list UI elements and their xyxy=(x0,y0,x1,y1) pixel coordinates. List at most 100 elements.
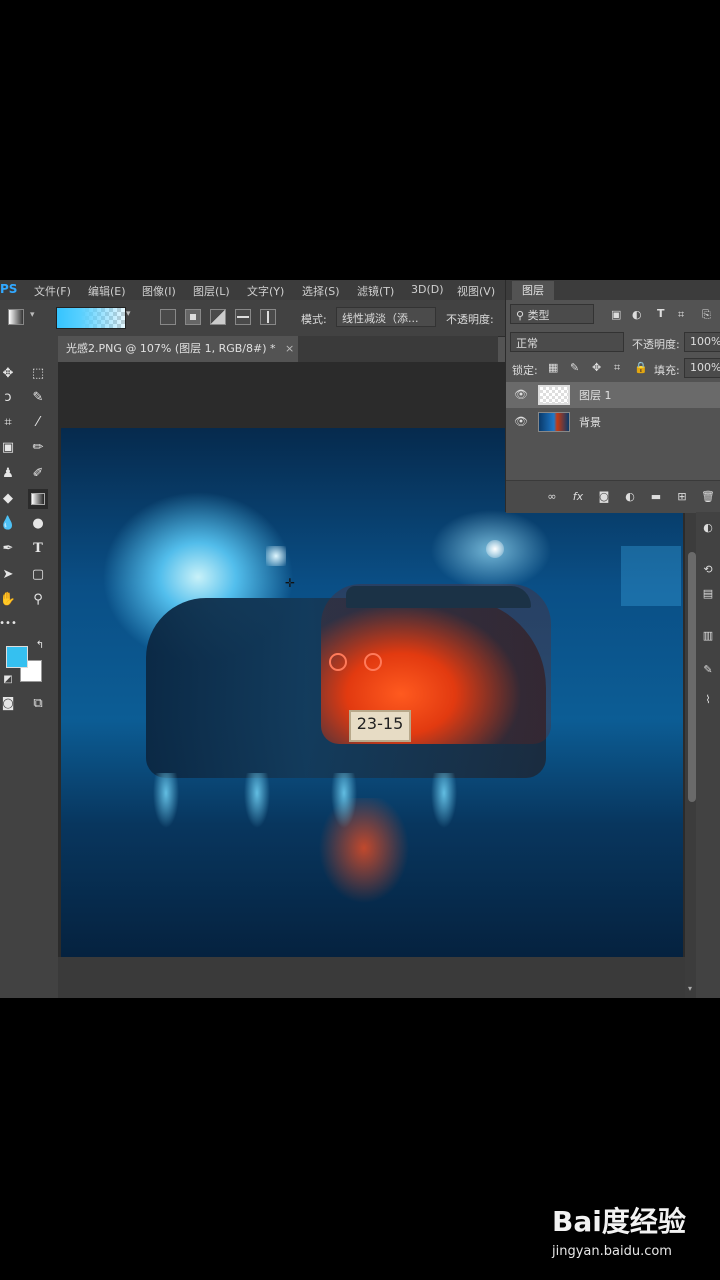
adjustment-layer-icon[interactable]: ◐ xyxy=(622,489,638,505)
type-tool-icon[interactable]: T xyxy=(28,539,48,559)
blur-tool-icon[interactable]: 💧 xyxy=(0,514,18,534)
eye-icon[interactable]: 👁 xyxy=(514,415,528,429)
paths-panel-icon[interactable]: ⌇ xyxy=(700,692,716,708)
layer-style-icon[interactable]: fx xyxy=(570,489,586,505)
brush-panel-icon[interactable]: ✎ xyxy=(700,662,716,678)
chevron-down-icon[interactable]: ▾ xyxy=(30,310,35,320)
properties-panel-icon[interactable]: ▤ xyxy=(700,586,716,602)
chevron-down-icon[interactable]: ▾ xyxy=(126,309,131,319)
gradient-picker[interactable] xyxy=(56,307,126,329)
layer-filter-value: 类型 xyxy=(527,309,550,322)
eye-icon[interactable]: 👁 xyxy=(514,388,528,402)
close-tab-icon[interactable]: × xyxy=(285,342,294,355)
diamond-gradient-button[interactable] xyxy=(260,309,276,325)
link-layers-icon[interactable]: ∞ xyxy=(544,489,560,505)
adjustments-panel-icon[interactable]: ▥ xyxy=(700,628,716,644)
layer-row[interactable]: 👁 背景 xyxy=(506,409,720,435)
layers-tab[interactable]: 图层 xyxy=(512,281,554,300)
pen-tool-icon[interactable]: ✒ xyxy=(0,539,18,559)
fill-label: 填充: xyxy=(654,364,680,377)
blend-mode-select[interactable]: 线性减淡（添... xyxy=(336,307,436,327)
dodge-tool-icon[interactable]: ● xyxy=(28,514,48,534)
tail-light xyxy=(329,653,347,671)
layer-thumbnail xyxy=(538,385,570,405)
menu-image[interactable]: 图像(I) xyxy=(142,283,176,299)
filter-smart-object-icon[interactable]: ⎘ xyxy=(702,308,711,322)
layer-row[interactable]: 👁 图层 1 xyxy=(506,382,720,408)
license-plate: 23-15 xyxy=(349,710,411,742)
filter-pixel-icon[interactable]: ▣ xyxy=(611,308,621,321)
document-tab[interactable]: 光感2.PNG @ 107% (图层 1, RGB/8#) * × xyxy=(58,336,298,362)
menu-layer[interactable]: 图层(L) xyxy=(193,283,230,299)
gradient-tool-icon[interactable] xyxy=(28,489,48,509)
color-panel-icon[interactable]: ◐ xyxy=(700,520,716,536)
lock-all-icon[interactable]: 🔒 xyxy=(634,361,648,374)
lock-pixels-icon[interactable]: ✎ xyxy=(570,361,579,374)
filter-adjustment-icon[interactable]: ◐ xyxy=(632,308,642,321)
mode-label: 模式: xyxy=(301,313,327,326)
fill-input[interactable]: 100% xyxy=(684,358,720,378)
marquee-tool-icon[interactable]: ⬚ xyxy=(28,364,48,384)
layers-panel-footer: ∞ fx ◙ ◐ ▬ ⊞ 🗑 xyxy=(506,480,720,513)
menu-file[interactable]: 文件(F) xyxy=(34,283,71,299)
menu-type[interactable]: 文字(Y) xyxy=(247,283,284,299)
more-tools-icon[interactable]: ••• xyxy=(0,614,18,634)
search-icon: ⚲ xyxy=(516,309,528,322)
crop-tool-icon[interactable]: ⌗ xyxy=(0,413,18,433)
layer-blend-mode-select[interactable]: 正常 xyxy=(510,332,624,352)
menu-filter[interactable]: 滤镜(T) xyxy=(357,283,394,299)
eyedropper-tool-icon[interactable]: ⁄ xyxy=(28,413,48,433)
menu-view[interactable]: 视图(V) xyxy=(457,283,495,299)
screen-mode-icon[interactable]: ⧉ xyxy=(28,694,48,714)
lock-position-icon[interactable]: ✥ xyxy=(592,361,601,374)
group-folder-icon[interactable]: ▬ xyxy=(648,489,664,505)
blue-reflection xyxy=(331,773,357,843)
default-colors-icon[interactable]: ◩ xyxy=(0,670,18,690)
add-mask-icon[interactable]: ◙ xyxy=(596,489,612,505)
angle-gradient-button[interactable] xyxy=(210,309,226,325)
layer-opacity-input[interactable]: 100% xyxy=(684,332,720,352)
healing-brush-tool-icon[interactable]: ▣ xyxy=(0,438,18,458)
menu-edit[interactable]: 编辑(E) xyxy=(88,283,126,299)
filter-type-icon[interactable]: T xyxy=(657,307,665,320)
light-spot xyxy=(486,540,504,558)
rectangle-tool-icon[interactable]: ▢ xyxy=(28,565,48,585)
quick-mask-icon[interactable]: ◙ xyxy=(0,694,18,714)
layer-filter-select[interactable]: ⚲ 类型 xyxy=(510,304,594,324)
history-panel-icon[interactable]: ⟲ xyxy=(700,562,716,578)
lock-artboard-icon[interactable]: ⌗ xyxy=(614,361,620,375)
hand-tool-icon[interactable]: ✋ xyxy=(0,590,18,610)
tail-light xyxy=(364,653,382,671)
layer-name[interactable]: 图层 1 xyxy=(579,387,612,403)
radial-gradient-button[interactable] xyxy=(185,309,201,325)
background-building xyxy=(621,546,681,606)
history-brush-tool-icon[interactable]: ✐ xyxy=(28,464,48,484)
path-selection-tool-icon[interactable]: ➤ xyxy=(0,565,18,585)
clone-stamp-tool-icon[interactable]: ♟ xyxy=(0,464,18,484)
layer-name[interactable]: 背景 xyxy=(579,414,601,430)
menu-bar: PS 文件(F) 编辑(E) 图像(I) 图层(L) 文字(Y) 选择(S) 滤… xyxy=(0,280,505,300)
document-tab-title: 光感2.PNG @ 107% (图层 1, RGB/8#) * xyxy=(66,342,276,355)
quick-selection-tool-icon[interactable]: ✎ xyxy=(28,388,48,408)
lock-transparency-icon[interactable]: ▦ xyxy=(548,361,558,374)
reflected-gradient-button[interactable] xyxy=(235,309,251,325)
move-tool-icon[interactable]: ✥ xyxy=(0,364,18,384)
menu-3d[interactable]: 3D(D) xyxy=(411,283,444,296)
gradient-tool-preset-icon[interactable] xyxy=(8,309,24,325)
filter-shape-icon[interactable]: ⌗ xyxy=(678,308,684,322)
foreground-color-swatch[interactable] xyxy=(6,646,28,668)
eraser-tool-icon[interactable]: ◆ xyxy=(0,489,18,509)
zoom-tool-icon[interactable]: ⚲ xyxy=(28,590,48,610)
scrollbar-thumb[interactable] xyxy=(688,552,696,802)
menu-select[interactable]: 选择(S) xyxy=(302,283,340,299)
opacity-label: 不透明度: xyxy=(446,313,494,326)
swap-colors-icon[interactable]: ↰ xyxy=(30,636,50,656)
baidu-watermark: Bai度经验 jingyan.baidu.com xyxy=(552,1200,712,1266)
delete-layer-icon[interactable]: 🗑 xyxy=(700,489,716,505)
linear-gradient-button[interactable] xyxy=(160,309,176,325)
brush-tool-icon[interactable]: ✏ xyxy=(28,438,48,458)
lasso-tool-icon[interactable]: ↄ xyxy=(0,388,18,408)
options-bar: ▾ ▾ 模式: 线性减淡（添... 不透明度: xyxy=(0,300,505,337)
scroll-down-icon[interactable]: ▾ xyxy=(688,984,692,993)
new-layer-icon[interactable]: ⊞ xyxy=(674,489,690,505)
